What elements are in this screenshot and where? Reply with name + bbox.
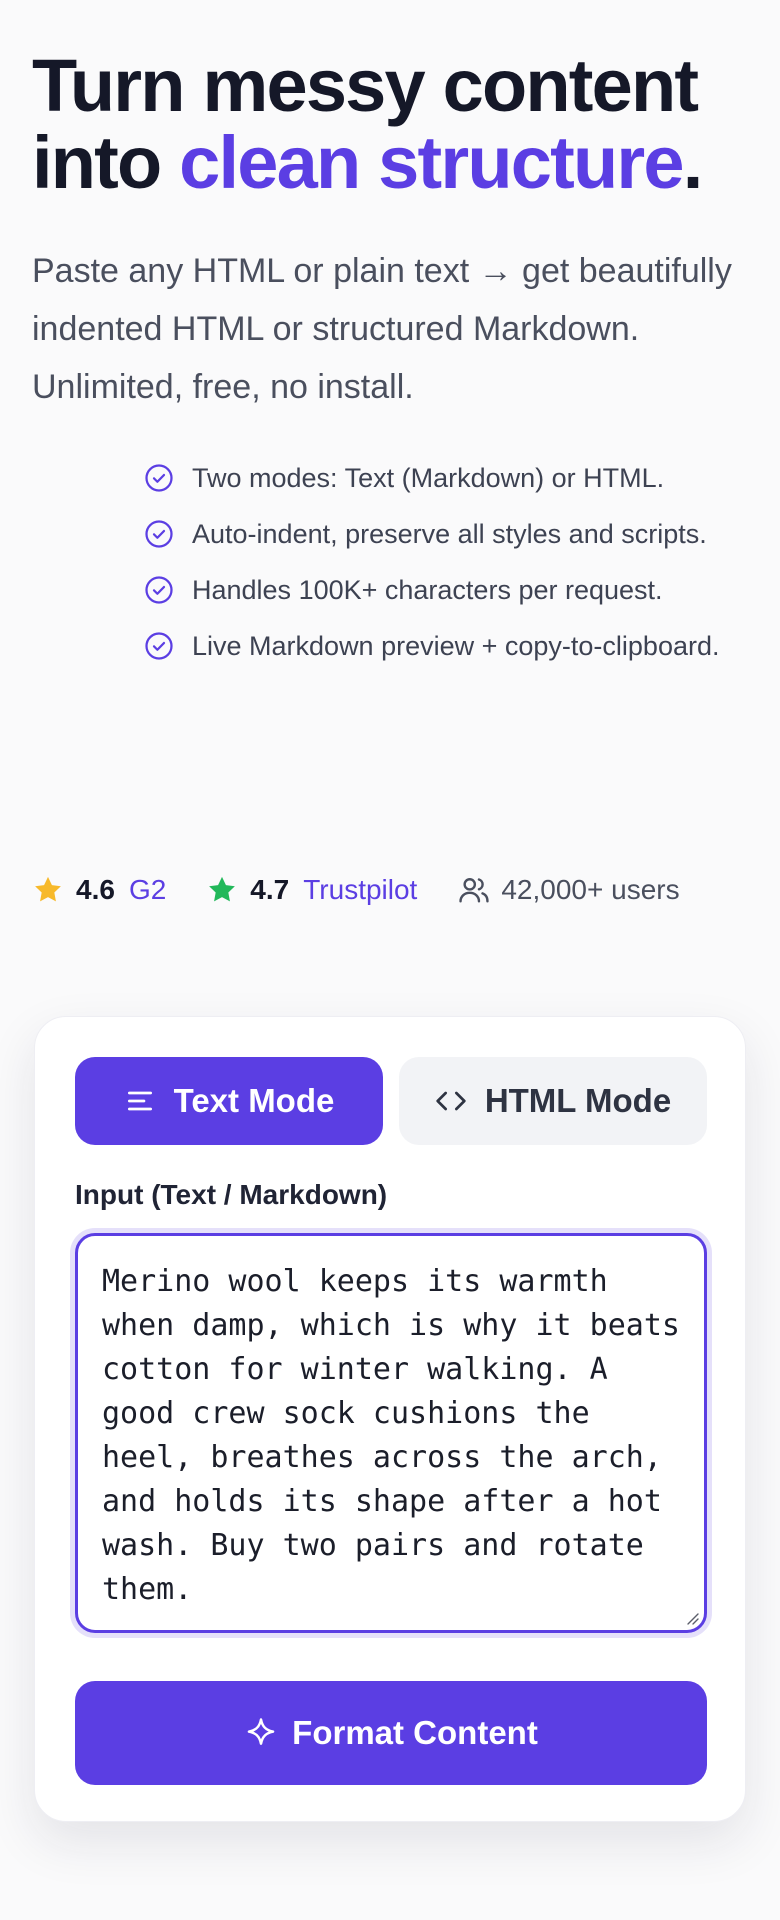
feature-text: Live Markdown preview + copy-to-clipboar… <box>192 631 720 661</box>
feature-item: Live Markdown preview + copy-to-clipboar… <box>144 626 724 666</box>
feature-text: Two modes: Text (Markdown) or HTML. <box>192 463 665 493</box>
feature-list: Two modes: Text (Markdown) or HTML. Auto… <box>144 458 724 682</box>
tab-html-mode-label: HTML Mode <box>484 1082 672 1119</box>
check-circle-icon <box>145 520 173 548</box>
lines-icon <box>127 1091 152 1111</box>
hero-headline: Turn messy content into clean structure. <box>32 47 752 204</box>
star-icon <box>209 876 236 902</box>
hero-subhead: Paste any HTML or plain text → get beaut… <box>32 252 732 406</box>
feature-item: Two modes: Text (Markdown) or HTML. <box>144 458 724 498</box>
feature-item: Auto-indent, preserve all styles and scr… <box>144 514 724 554</box>
g2-link[interactable]: G2 <box>129 874 166 906</box>
formatter-card: Text Mode HTML Mode Input (Text / Markdo… <box>34 1016 746 1822</box>
trustpilot-score: 4.7 <box>250 874 290 905</box>
users-text: 42,000+ users <box>501 874 680 905</box>
check-circle-icon <box>145 464 173 492</box>
check-circle-icon <box>145 632 173 660</box>
feature-item: Handles 100K+ characters per request. <box>144 570 724 610</box>
feature-text: Auto-indent, preserve all styles and scr… <box>192 519 707 549</box>
content-input[interactable]: Merino wool keeps its warmth when damp, … <box>78 1236 704 1630</box>
star-icon <box>35 876 61 902</box>
format-content-button[interactable]: Format Content <box>75 1681 707 1785</box>
ratings-bar: 4.6 G2 4.7 Trustpilot 42,000+ users <box>32 868 752 912</box>
input-box: Merino wool keeps its warmth when damp, … <box>75 1233 707 1633</box>
tab-text-mode-label: Text Mode <box>173 1082 335 1119</box>
feature-text: Handles 100K+ characters per request. <box>192 575 663 605</box>
g2-score: 4.6 <box>76 874 115 905</box>
tab-text-mode[interactable]: Text Mode <box>75 1057 383 1145</box>
trustpilot-link[interactable]: Trustpilot <box>303 874 417 906</box>
code-brackets-icon <box>436 1091 466 1111</box>
resize-handle-icon[interactable] <box>684 1610 700 1626</box>
headline-line-1: Turn messy content <box>32 44 699 127</box>
sparkle-icon <box>247 1718 275 1745</box>
format-content-label: Format Content <box>292 1714 538 1751</box>
tab-html-mode[interactable]: HTML Mode <box>399 1057 707 1145</box>
headline-period: . <box>682 120 704 204</box>
input-label: Input (Text / Markdown) <box>75 1179 388 1210</box>
rating-g2: 4.6 G2 <box>32 874 166 906</box>
headline-accent: clean structure <box>179 120 684 204</box>
check-circle-icon <box>145 576 173 604</box>
users-count: 42,000+ users <box>457 873 680 907</box>
users-icon <box>459 878 490 903</box>
rating-trustpilot: 4.7 Trustpilot <box>206 874 417 906</box>
headline-into: into <box>32 120 180 204</box>
page: Turn messy content into clean structure.… <box>0 0 780 1920</box>
